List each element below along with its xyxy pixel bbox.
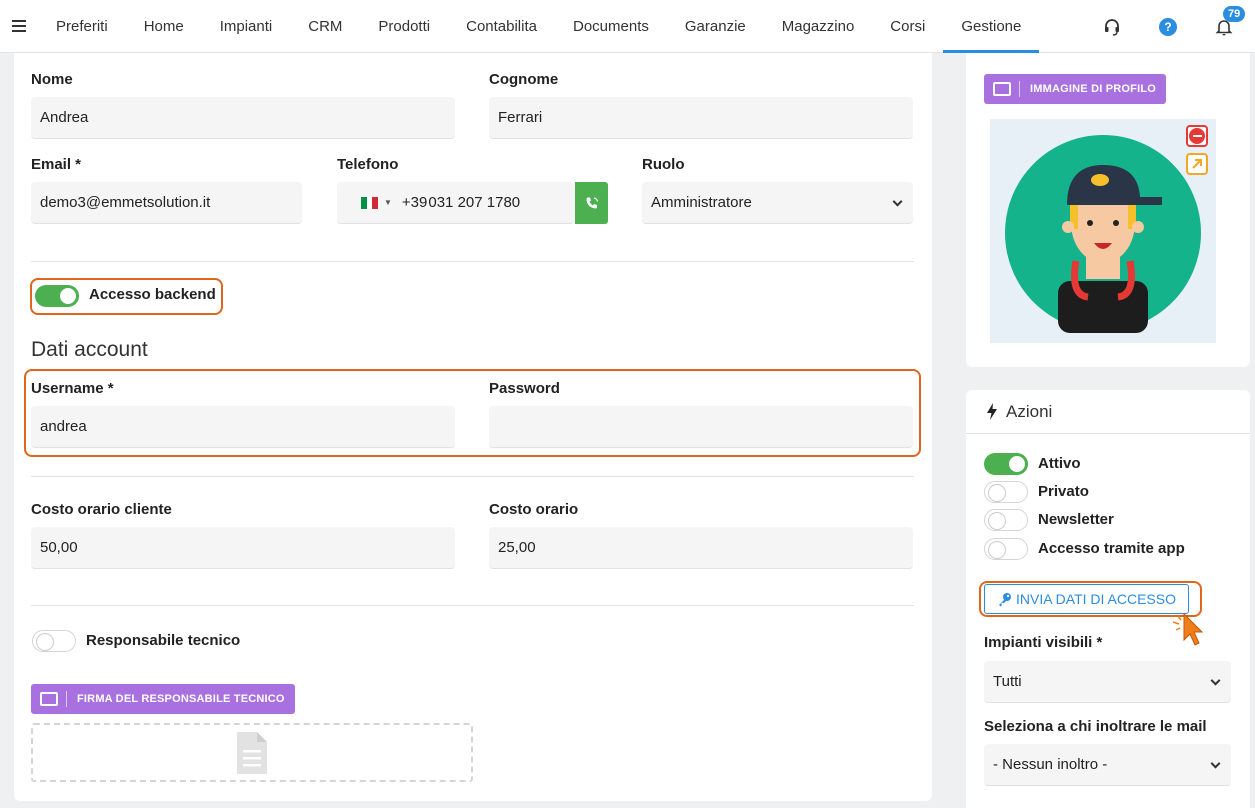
profile-image-button[interactable]: IMMAGINE DI PROFILO [984,74,1167,104]
costo-orario-label: Costo orario [489,501,579,518]
nome-field[interactable]: Andrea [31,97,455,139]
signature-dropzone[interactable] [31,723,473,782]
nav-item-impianti[interactable]: Impianti [202,0,291,53]
password-label: Password [489,380,560,397]
nav-item-garanzie[interactable]: Garanzie [667,0,764,53]
document-icon [237,731,267,774]
divider [31,261,914,262]
inoltro-mail-label: Seleziona a chi inoltrare le mail [984,718,1207,735]
profile-image-button-label: IMMAGINE DI PROFILO [1030,83,1157,95]
image-icon [40,692,58,706]
chevron-down-icon [1210,675,1221,686]
menu-icon[interactable] [0,0,38,53]
nav-menu: Preferiti Home Impianti CRM Prodotti Con… [38,0,1040,53]
nav-item-crm[interactable]: CRM [290,0,360,53]
telefono-label: Telefono [337,156,399,173]
privato-toggle[interactable] [984,481,1028,503]
responsabile-tecnico-label: Responsabile tecnico [86,632,241,649]
bell-icon[interactable]: 79 [1213,5,1246,38]
attivo-toggle[interactable] [984,453,1028,475]
costo-cliente-label: Costo orario cliente [31,501,172,518]
avatar [990,119,1216,343]
impianti-value: Tutti [993,673,1022,690]
nav-item-documents[interactable]: Documents [555,0,667,53]
costo-orario-field[interactable]: 25,00 [489,527,913,569]
nome-label: Nome [31,71,73,88]
costo-cliente-field[interactable]: 50,00 [31,527,455,569]
top-navbar: Preferiti Home Impianti CRM Prodotti Con… [0,0,1255,53]
nav-item-prodotti[interactable]: Prodotti [360,0,448,53]
username-label: Username * [31,380,114,397]
cursor-icon [1172,612,1204,646]
phone-number: 031 207 1780 [428,194,521,211]
username-field[interactable]: andrea [31,406,455,448]
newsletter-label: Newsletter [1038,511,1114,528]
azioni-header: Azioni [966,390,1250,434]
password-field[interactable] [489,406,913,448]
cognome-label: Cognome [489,71,559,88]
telefono-field[interactable]: ▼ +39 031 207 1780 [337,182,574,224]
avatar-illustration [1005,135,1201,333]
inoltro-value: - Nessun inoltro - [993,756,1108,773]
impianti-visibili-select[interactable]: Tutti [984,661,1231,703]
ruolo-select[interactable]: Amministratore [642,182,913,224]
divider [31,476,914,477]
invia-dati-accesso-button[interactable]: INVIA DATI DI ACCESSO [984,584,1190,614]
firma-responsabile-button[interactable]: FIRMA DEL RESPONSABILE TECNICO [31,684,295,714]
separator [66,691,67,707]
inoltro-mail-select[interactable]: - Nessun inoltro - [984,744,1231,786]
firma-button-label: FIRMA DEL RESPONSABILE TECNICO [77,693,285,705]
separator [1019,81,1020,97]
nav-item-magazzino[interactable]: Magazzino [764,0,873,53]
nav-item-gestione[interactable]: Gestione [943,0,1040,53]
chevron-down-icon [892,196,903,207]
newsletter-toggle[interactable] [984,509,1028,531]
ruolo-value: Amministratore [651,194,752,211]
invia-button-label: INVIA DATI DI ACCESSO [1016,591,1177,607]
notification-badge: 79 [1223,5,1246,22]
accesso-app-toggle[interactable] [984,538,1028,560]
azioni-card: Azioni Attivo Privato Newsletter Accesso… [966,390,1250,808]
headset-icon[interactable] [1101,16,1123,38]
phone-ring-icon [586,197,598,209]
remove-image-icon[interactable] [1186,125,1208,147]
italy-flag-icon[interactable] [361,196,379,209]
accesso-app-label: Accesso tramite app [1038,540,1185,557]
image-icon [993,82,1011,96]
nav-item-home[interactable]: Home [126,0,202,53]
impianti-visibili-label: Impianti visibili * [984,634,1103,651]
email-label: Email * [31,156,82,173]
open-image-icon[interactable] [1186,153,1208,175]
email-field[interactable]: demo3@emmetsolution.it [31,182,302,224]
call-button[interactable] [575,182,608,224]
nav-item-corsi[interactable]: Corsi [872,0,943,53]
key-icon [999,592,1011,606]
nav-item-contabilita[interactable]: Contabilita [448,0,555,53]
help-icon[interactable]: ? [1157,16,1179,38]
chevron-down-icon [1210,758,1221,769]
user-form-card: Nome Andrea Cognome Ferrari Email * demo… [14,53,932,801]
caret-down-icon[interactable]: ▼ [384,198,392,207]
accesso-backend-toggle[interactable] [35,285,79,307]
ruolo-label: Ruolo [642,156,685,173]
responsabile-tecnico-toggle[interactable] [32,630,76,652]
dati-account-title: Dati account [31,338,148,361]
privato-label: Privato [1038,483,1089,500]
cognome-field[interactable]: Ferrari [489,97,913,139]
bolt-icon [987,403,997,420]
divider [31,605,914,606]
profile-image-card: IMMAGINE DI PROFILO [966,53,1250,367]
phone-prefix: +39 [401,194,428,211]
accesso-backend-label: Accesso backend [89,286,216,303]
attivo-label: Attivo [1038,455,1081,472]
azioni-title: Azioni [1006,401,1053,421]
nav-item-preferiti[interactable]: Preferiti [38,0,126,53]
